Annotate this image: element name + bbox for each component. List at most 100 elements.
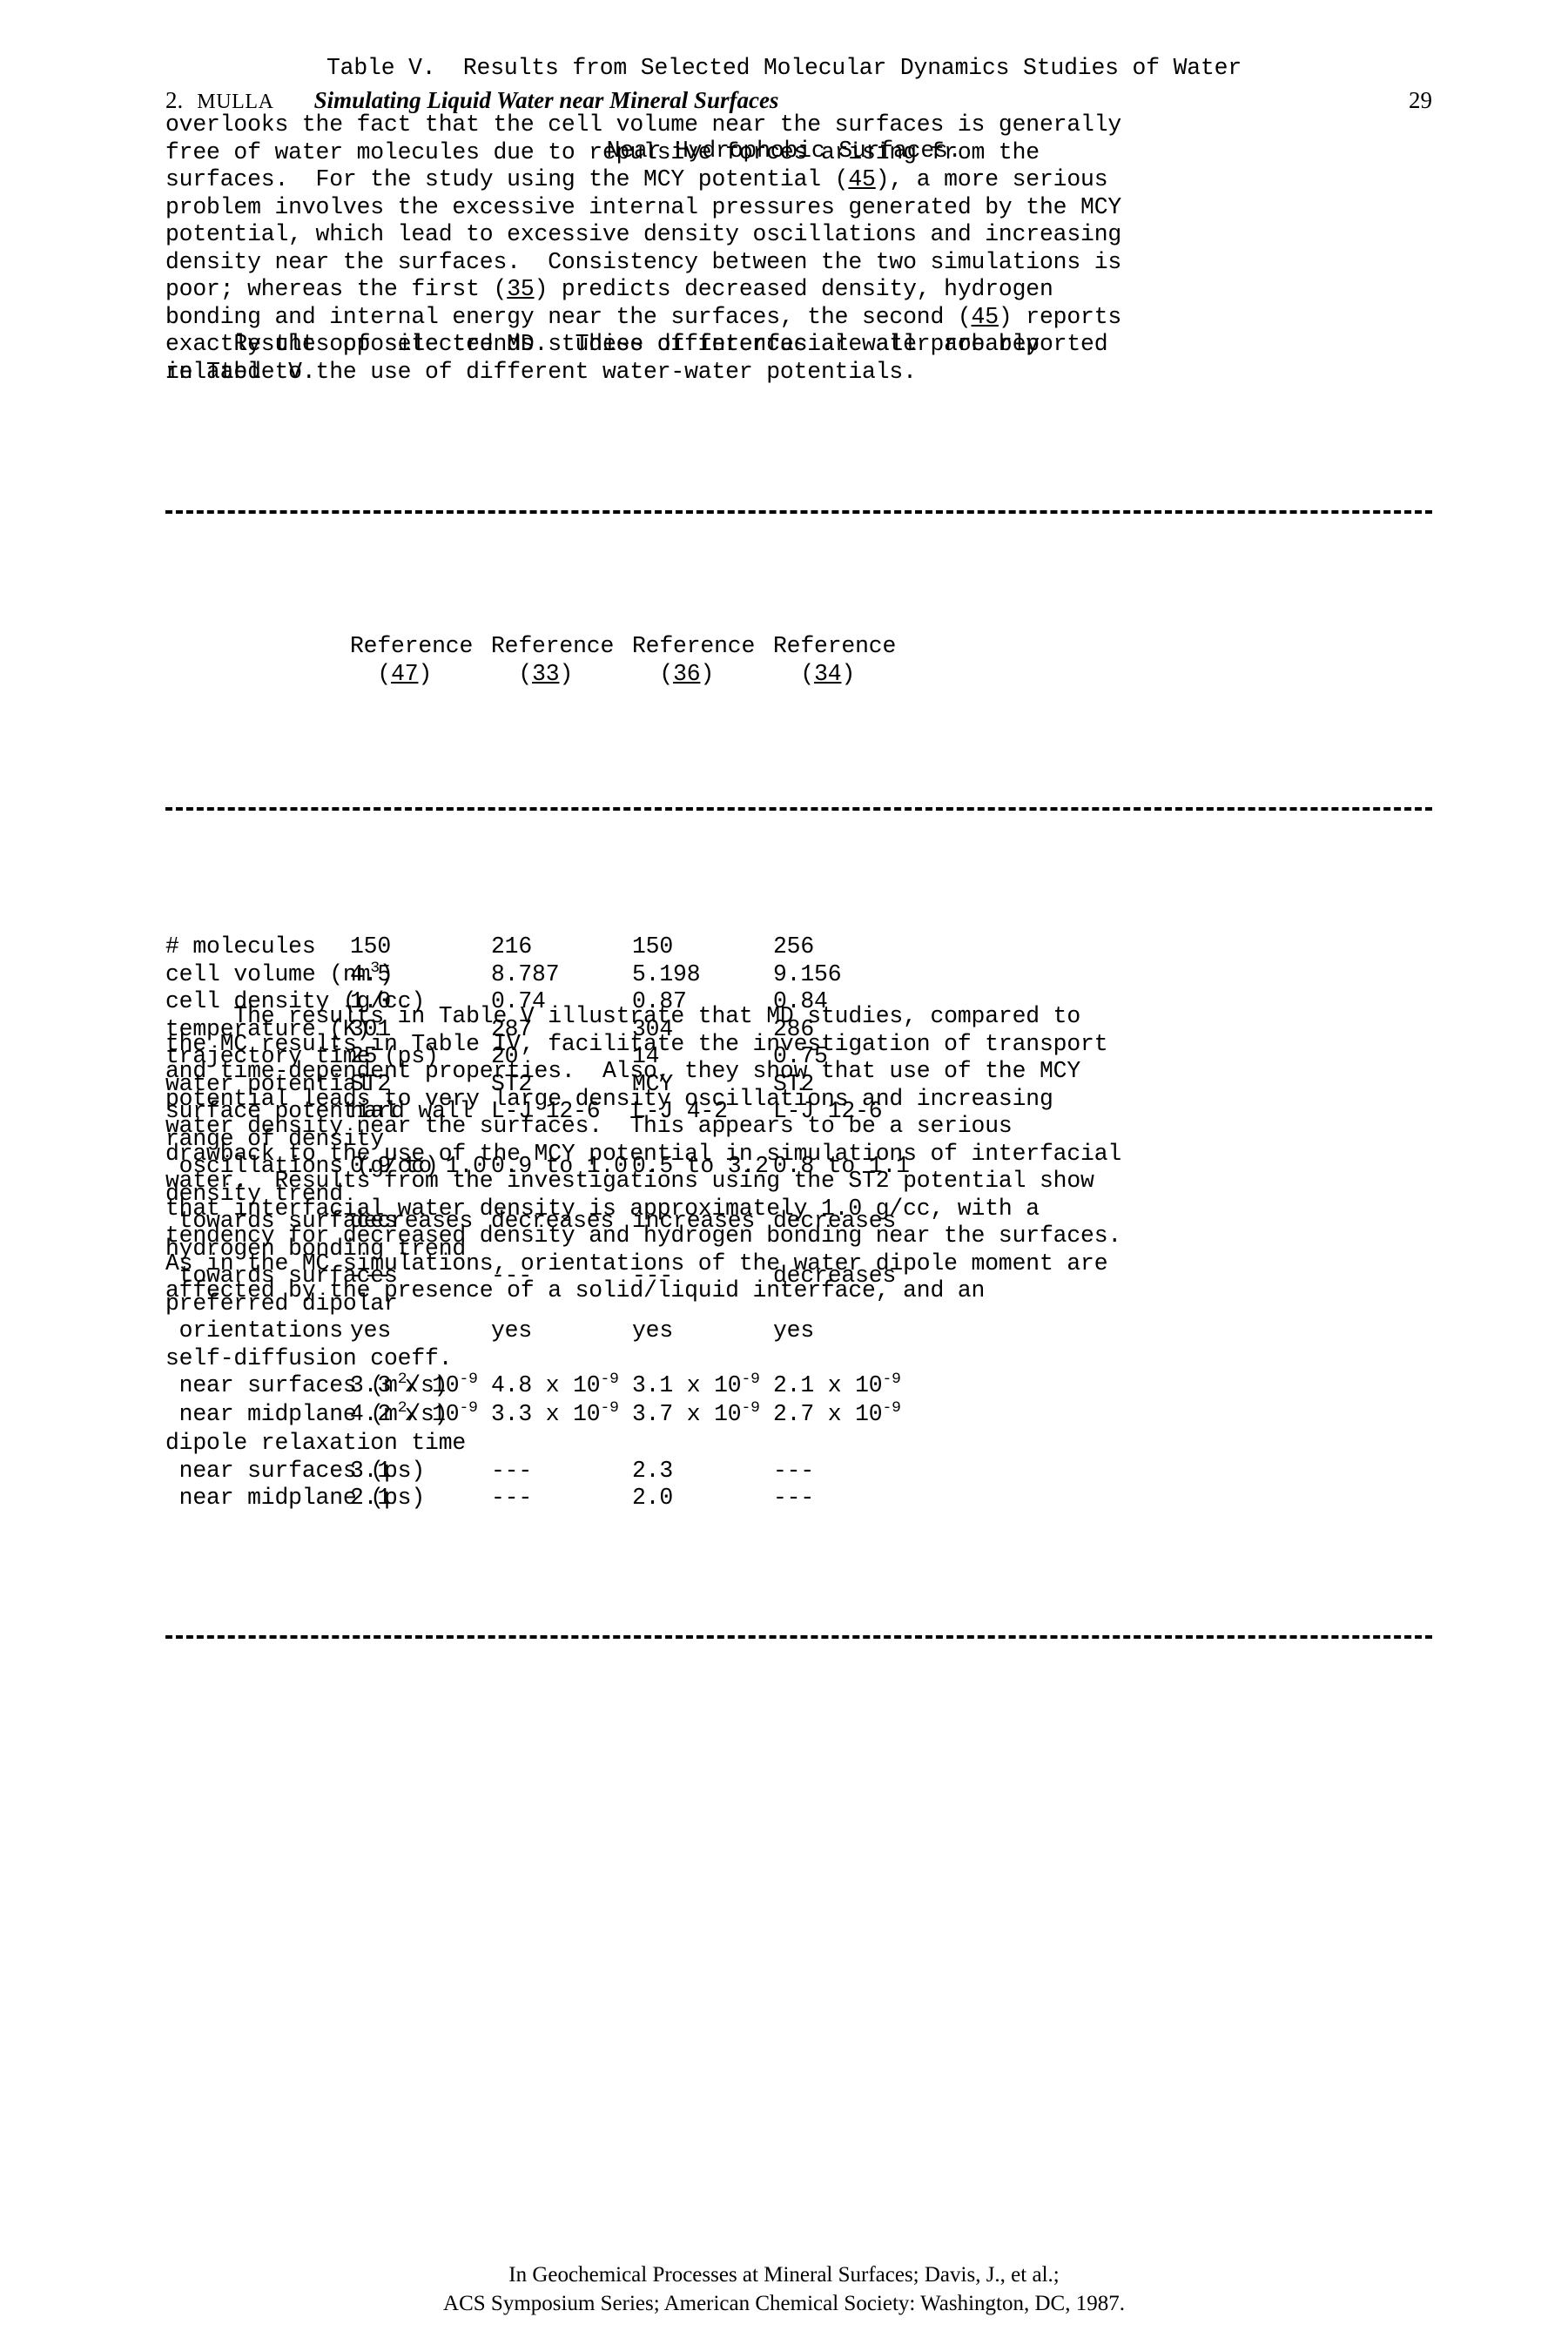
paragraph-line: potential, which lead to excessive densi… bbox=[165, 221, 1122, 247]
exponent: -9 bbox=[600, 1371, 619, 1389]
table-cell: yes bbox=[773, 1317, 815, 1344]
paragraph-line: tendency for decreased density and hydro… bbox=[165, 1223, 1122, 1249]
exponent: -9 bbox=[882, 1399, 901, 1418]
table-row-label: near surfaces (m2/s) bbox=[165, 1371, 448, 1398]
paragraph-line: bonding and internal energy near the sur… bbox=[165, 303, 1122, 330]
table-rule-top bbox=[165, 506, 1437, 518]
paragraph-line: free of water molecules due to repulsive… bbox=[165, 138, 1040, 165]
table-cell: --- bbox=[773, 1485, 815, 1511]
table-row: near surfaces (m2/s) 3.3 x 10-9 4.8 x 10-9… bbox=[165, 1371, 1437, 1401]
exponent: -9 bbox=[459, 1371, 478, 1389]
exponent: -9 bbox=[459, 1399, 478, 1418]
table-column-header: Reference bbox=[491, 633, 615, 659]
table-cell: 8.787 bbox=[491, 960, 560, 987]
table-row-label: near midplane (ps) bbox=[165, 1485, 426, 1511]
paragraph-line: potential leads to very large density os… bbox=[165, 1085, 1053, 1112]
table-cell: --- bbox=[773, 1457, 815, 1484]
paragraph-line: As in the MC simulations, orientations o… bbox=[165, 1250, 1108, 1277]
table-cell: 3.1 bbox=[350, 1457, 392, 1484]
table-row: near midplane (ps) 2.1 --- 2.0 --- bbox=[165, 1485, 1437, 1512]
table-cell: 3.3 x 10-9 bbox=[491, 1399, 619, 1427]
journal-footer: In Geochemical Processes at Mineral Surf… bbox=[0, 2260, 1568, 2318]
table-column-header: Reference bbox=[632, 633, 756, 659]
paragraph-line: Results of selected MD studies of interf… bbox=[165, 331, 1108, 357]
table-cell: 2.1 bbox=[350, 1485, 392, 1511]
document-page: 2. MULLA Simulating Liquid Water near Mi… bbox=[0, 0, 1568, 2351]
table-row: dipole relaxation time bbox=[165, 1430, 1437, 1458]
paragraph-line: poor; whereas the first (35) predicts de… bbox=[165, 276, 1053, 302]
table-header: Reference Reference Reference Reference (47… bbox=[165, 633, 1437, 688]
exponent: -9 bbox=[741, 1399, 760, 1418]
paragraph-line: the MC results in Table IV, facilitate t… bbox=[165, 1030, 1108, 1057]
table-row-label: orientations bbox=[165, 1317, 343, 1344]
table-caption-line-1: Table V. Results from Selected Molecular… bbox=[326, 55, 1242, 81]
table-cell: 150 bbox=[632, 933, 674, 960]
footer-line-2: ACS Symposium Series; American Chemical … bbox=[443, 2292, 1125, 2315]
table-rule-middle bbox=[165, 803, 1437, 815]
table-row-label: near midplane (m2/s) bbox=[165, 1399, 448, 1427]
table-column-reference: (36) bbox=[632, 660, 715, 687]
table-column-header: Reference bbox=[350, 633, 474, 659]
table-cell: yes bbox=[350, 1317, 392, 1344]
page-number: 29 bbox=[1409, 87, 1432, 113]
reference-citation: 45 bbox=[848, 166, 876, 192]
table-cell: 9.156 bbox=[773, 960, 842, 987]
table-header-row-reference: (47) (33) (36) (34) bbox=[165, 661, 1437, 689]
table-cell: 4.8 x 10-9 bbox=[491, 1371, 619, 1398]
table-cell: 2.1 x 10-9 bbox=[773, 1371, 901, 1398]
table-cell: 2.7 x 10-9 bbox=[773, 1399, 901, 1427]
table-cell: yes bbox=[632, 1317, 674, 1344]
chapter-number: 2. bbox=[165, 87, 184, 113]
footer-line-1: In Geochemical Processes at Mineral Surf… bbox=[508, 2263, 1060, 2287]
paragraph-line: water. Results from the investigations u… bbox=[165, 1168, 1094, 1194]
table-cell: 2.0 bbox=[632, 1485, 674, 1511]
table-row: # molecules 150 216 150 256 bbox=[165, 933, 1437, 961]
table-row: near midplane (m2/s) 4.2 x 10-9 3.3 x 10-9… bbox=[165, 1399, 1437, 1430]
paragraph-line: overlooks the fact that the cell volume … bbox=[165, 111, 1122, 138]
reference-citation: 35 bbox=[507, 276, 535, 302]
table-cell: yes bbox=[491, 1317, 533, 1344]
reference-number: 47 bbox=[391, 660, 419, 687]
table-rule-bottom bbox=[165, 1631, 1437, 1643]
table-column-reference: (34) bbox=[773, 660, 856, 687]
paragraph-line: density near the surfaces. Consistency b… bbox=[165, 248, 1122, 275]
reference-number: 34 bbox=[814, 660, 842, 687]
reference-citation: 45 bbox=[971, 303, 999, 330]
table-column-header: Reference bbox=[773, 633, 897, 659]
table-row: cell volume (nm3) 4.5 8.787 5.198 9.156 bbox=[165, 959, 1437, 989]
table-row: near surfaces (ps) 3.1 --- 2.3 --- bbox=[165, 1458, 1437, 1485]
table-row-label: near surfaces (ps) bbox=[165, 1457, 426, 1484]
table-column-reference: (47) bbox=[350, 660, 433, 687]
table-cell: 3.1 x 10-9 bbox=[632, 1371, 760, 1398]
table-cell: 256 bbox=[773, 933, 815, 960]
table-row-label: dipole relaxation time bbox=[165, 1430, 467, 1456]
table-header-row-label: Reference Reference Reference Reference bbox=[165, 633, 1437, 661]
exponent: -9 bbox=[882, 1371, 901, 1389]
exponent: -9 bbox=[741, 1371, 760, 1389]
table-cell: 4.2 x 10-9 bbox=[350, 1399, 478, 1427]
paragraph-line: The results in Table V illustrate that M… bbox=[165, 1003, 1081, 1029]
reference-number: 36 bbox=[673, 660, 701, 687]
exponent: -9 bbox=[600, 1399, 619, 1418]
table-row-label: self-diffusion coeff. bbox=[165, 1344, 453, 1371]
table-cell: --- bbox=[491, 1485, 533, 1511]
paragraph-2: Results of selected MD studies of interf… bbox=[165, 331, 1108, 386]
paragraph-line: problem involves the excessive internal … bbox=[165, 193, 1122, 220]
paragraph-line: surfaces. For the study using the MCY po… bbox=[165, 166, 1108, 192]
paragraph-line: and time-dependent properties. Also, the… bbox=[165, 1058, 1081, 1084]
running-head-title: Simulating Liquid Water near Mineral Sur… bbox=[313, 87, 779, 113]
paragraph-line: water density near the surfaces. This ap… bbox=[165, 1113, 1013, 1139]
table-cell: 3.3 x 10-9 bbox=[350, 1371, 478, 1398]
running-head-author: MULLA bbox=[197, 91, 274, 113]
table-cell: 2.3 bbox=[632, 1457, 674, 1484]
table-column-reference: (33) bbox=[491, 660, 574, 687]
table-row-label: cell volume (nm3) bbox=[165, 959, 394, 987]
table-cell: 3.7 x 10-9 bbox=[632, 1399, 760, 1427]
table-cell: 4.5 bbox=[350, 960, 392, 987]
paragraph-line: drawback to the use of the MCY potential… bbox=[165, 1140, 1122, 1167]
table-row: orientations yes yes yes yes bbox=[165, 1317, 1437, 1345]
paragraph-line: in Table V. bbox=[165, 358, 316, 385]
table-row: self-diffusion coeff. bbox=[165, 1345, 1437, 1373]
table-cell: 5.198 bbox=[632, 960, 701, 987]
table-cell: 216 bbox=[491, 933, 533, 960]
